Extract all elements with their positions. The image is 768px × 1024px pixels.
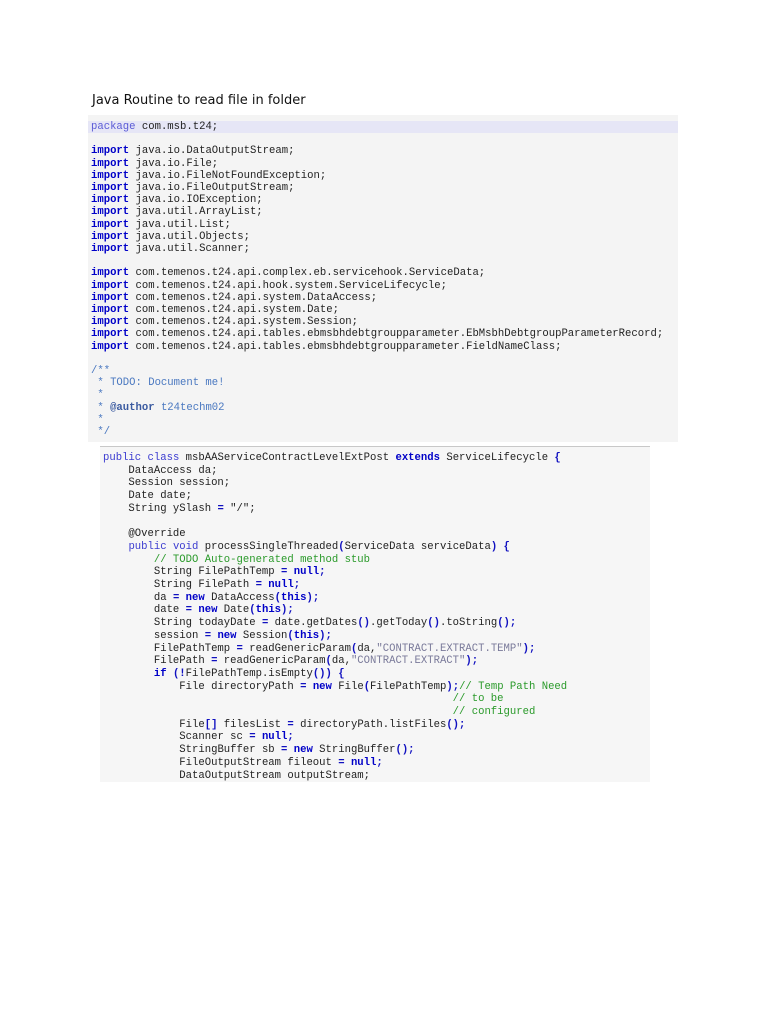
code-block-class: public class msbAAServiceContractLevelEx… bbox=[100, 446, 650, 782]
code-text-imports: package com.msb.t24; import java.io.Data… bbox=[91, 121, 664, 439]
document-title: Java Routine to read file in folder bbox=[92, 93, 306, 108]
code-text-class: public class msbAAServiceContractLevelEx… bbox=[103, 452, 568, 782]
code-block-imports: package com.msb.t24; import java.io.Data… bbox=[88, 115, 678, 442]
